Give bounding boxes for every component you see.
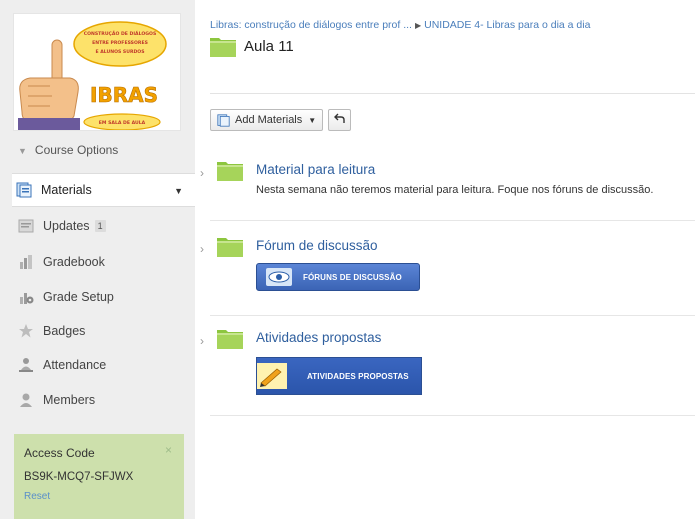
svg-text:ENTRE PROFESSORES: ENTRE PROFESSORES — [92, 40, 148, 46]
chevron-down-icon: ▼ — [308, 115, 317, 125]
material-item[interactable]: › Atividades propostas ATIVIDADES PROPOS… — [200, 328, 695, 398]
course-options-toggle[interactable]: ▼ Course Options — [18, 143, 118, 157]
breadcrumb-unit-link[interactable]: UNIDADE 4- Libras para o dia a dia — [424, 19, 590, 31]
back-button[interactable] — [328, 109, 352, 131]
updates-count-badge: 1 — [94, 220, 106, 232]
sidebar-item-label: Badges — [43, 324, 86, 338]
item-divider — [210, 220, 695, 221]
add-materials-label: Add Materials — [235, 114, 303, 126]
sidebar-item-label: Grade Setup — [43, 290, 114, 304]
sidebar-item-attendance[interactable]: Attendance — [14, 348, 195, 382]
close-icon[interactable]: × — [165, 443, 172, 457]
reset-access-code-link[interactable]: Reset — [24, 491, 174, 502]
members-icon — [17, 391, 35, 409]
activities-banner-image[interactable]: ATIVIDADES PROPOSTAS — [256, 357, 422, 395]
svg-text:E ALUNOS SURDOS: E ALUNOS SURDOS — [95, 49, 144, 55]
sidebar-item-label: Materials — [41, 183, 92, 197]
material-item[interactable]: › Material para leitura Nesta semana não… — [200, 160, 695, 210]
sidebar-item-label: Updates — [43, 219, 90, 233]
sidebar-item-gradebook[interactable]: Gradebook — [14, 245, 195, 279]
gradebook-icon — [17, 253, 35, 271]
svg-text:EM SALA DE AULA: EM SALA DE AULA — [99, 120, 146, 126]
sidebar-item-materials[interactable]: Materials ▼ — [12, 173, 195, 207]
breadcrumb-course-link[interactable]: Libras: construção de diálogos entre pro… — [210, 19, 412, 31]
materials-icon — [15, 181, 33, 199]
svg-text:IBRAS: IBRAS — [90, 83, 158, 107]
sidebar-item-label: Members — [43, 393, 96, 407]
chevron-down-icon[interactable]: ▼ — [174, 186, 183, 196]
add-materials-button[interactable]: Add Materials ▼ — [210, 109, 324, 131]
grade-setup-icon — [17, 288, 35, 306]
material-title-link[interactable]: Fórum de discussão — [256, 238, 378, 253]
forum-banner-image[interactable]: FÓRUNS DE DISCUSSÃO — [256, 263, 420, 291]
access-code-title: Access Code — [24, 446, 95, 460]
folder-icon — [210, 36, 236, 57]
course-logo[interactable]: CONSTRUÇÃO DE DIÁLOGOS ENTRE PROFESSORES… — [13, 13, 181, 131]
eye-icon — [266, 268, 292, 286]
chevron-right-icon[interactable]: › — [200, 242, 204, 256]
svg-text:CONSTRUÇÃO DE DIÁLOGOS: CONSTRUÇÃO DE DIÁLOGOS — [84, 30, 157, 37]
folder-icon — [217, 160, 243, 181]
sidebar-item-badges[interactable]: Badges — [14, 314, 195, 348]
toolbar: Add Materials ▼ — [210, 109, 352, 131]
sidebar-item-members[interactable]: Members — [14, 383, 195, 417]
badge-icon — [17, 322, 35, 340]
page-title: Aula 11 — [244, 38, 294, 55]
activities-banner-text: ATIVIDADES PROPOSTAS — [307, 371, 409, 381]
breadcrumb: Libras: construção de diálogos entre pro… — [210, 19, 590, 31]
item-divider — [210, 415, 695, 416]
folder-icon — [217, 236, 243, 257]
back-arrow-icon — [334, 113, 345, 127]
course-options-label: Course Options — [34, 143, 119, 157]
access-code-value: BS9K-MCQ7-SFJWX — [24, 471, 134, 483]
materials-icon — [217, 113, 230, 127]
attendance-icon — [17, 356, 35, 374]
pencil-icon — [257, 363, 287, 389]
breadcrumb-separator-icon: ▶ — [414, 21, 422, 30]
material-item[interactable]: › Fórum de discussão FÓRUNS DE DISCUSSÃO — [200, 236, 695, 296]
sidebar-item-label: Attendance — [43, 358, 107, 372]
material-title-link[interactable]: Atividades propostas — [256, 330, 381, 345]
page-header: Aula 11 — [210, 36, 294, 57]
updates-icon — [17, 217, 35, 235]
chevron-right-icon[interactable]: › — [200, 166, 204, 180]
material-description: Nesta semana não teremos material para l… — [256, 184, 654, 196]
folder-icon — [217, 328, 243, 349]
sidebar-item-updates[interactable]: Updates 1 — [14, 209, 195, 243]
header-divider — [210, 93, 695, 94]
chevron-down-icon: ▼ — [18, 146, 27, 156]
chevron-right-icon[interactable]: › — [200, 334, 204, 348]
forum-banner-text: FÓRUNS DE DISCUSSÃO — [303, 272, 402, 282]
access-code-panel: × Access Code BS9K-MCQ7-SFJWX Reset — [14, 434, 184, 519]
sidebar-item-grade-setup[interactable]: Grade Setup — [14, 280, 195, 314]
sidebar-item-label: Gradebook — [43, 255, 105, 269]
sidebar: CONSTRUÇÃO DE DIÁLOGOS ENTRE PROFESSORES… — [0, 0, 195, 519]
material-title-link[interactable]: Material para leitura — [256, 162, 375, 177]
item-divider — [210, 315, 695, 316]
